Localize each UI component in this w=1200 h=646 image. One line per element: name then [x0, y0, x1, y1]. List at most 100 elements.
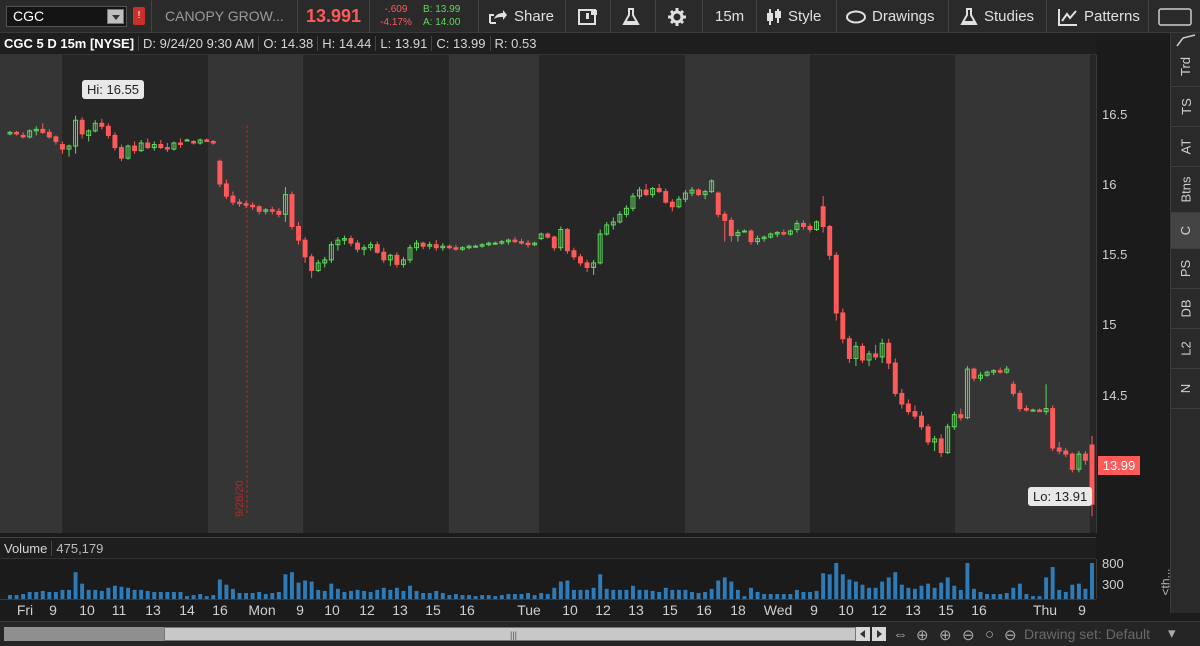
candle — [827, 224, 833, 260]
volume-bar — [821, 573, 826, 599]
time-label: 16 — [696, 602, 712, 618]
volume-bar — [709, 588, 714, 599]
volume-bar — [362, 590, 367, 599]
rail-tab-db[interactable]: DB — [1171, 289, 1200, 329]
session-band — [449, 55, 539, 533]
rail-tab-btns[interactable]: Btns — [1171, 167, 1200, 213]
flask-button[interactable] — [622, 0, 646, 33]
scroll-left-button[interactable] — [856, 627, 870, 641]
collapse-tab[interactable]: <th... — [1159, 568, 1173, 595]
scrollbar-thumb[interactable]: ||| — [164, 627, 856, 641]
rail-tab-n[interactable]: N — [1171, 369, 1200, 409]
volume-bar — [683, 589, 688, 599]
time-label: 14 — [179, 602, 195, 618]
drawing-set-selector[interactable]: Drawing set: Default — [1024, 626, 1150, 642]
notes-icon — [578, 8, 597, 25]
candle — [112, 132, 118, 151]
time-axis[interactable]: Fri 9 10 11 13 14 16 Mon 9 10 12 13 15 16 Tue 10 12 13 15 1… — [0, 599, 1096, 621]
interval-label: 15m — [715, 8, 745, 25]
rail-tab-at[interactable]: AT — [1171, 127, 1200, 167]
time-label: Wed — [763, 602, 793, 618]
candle — [1017, 390, 1023, 412]
candle — [840, 308, 846, 344]
scroll-right-button[interactable] — [872, 627, 886, 641]
volume-bar — [27, 591, 32, 599]
volume-tick: 300 — [1102, 577, 1124, 592]
volume-bar — [755, 591, 760, 599]
volume-bar — [827, 574, 832, 599]
studies-button[interactable]: Studies — [960, 0, 1034, 33]
rail-tab-ts[interactable]: TS — [1171, 87, 1200, 127]
volume-bar — [716, 580, 721, 599]
volume-bar — [676, 589, 681, 599]
time-label: 13 — [145, 602, 161, 618]
ask-value: A: 14.00 — [423, 17, 461, 28]
candle — [833, 252, 839, 321]
session-band — [539, 55, 685, 533]
patterns-button[interactable]: Patterns — [1058, 0, 1140, 33]
volume-bar — [952, 585, 957, 599]
volume-bar — [126, 587, 131, 599]
volume-bar — [585, 589, 590, 599]
volume-bar — [624, 589, 629, 599]
volume-bar — [801, 591, 806, 599]
style-button[interactable]: Style — [766, 0, 821, 33]
settings-button[interactable] — [668, 0, 692, 33]
volume-label[interactable]: Volume — [0, 540, 53, 556]
drawings-label: Drawings — [872, 8, 935, 25]
crosshair-icon[interactable]: ⊕ — [916, 626, 929, 644]
volume-bar — [296, 582, 301, 599]
volume-bar — [303, 580, 308, 599]
volume-bar — [322, 590, 327, 599]
chart-symbol[interactable]: CGC 5 D 15m [NYSE] — [0, 36, 140, 51]
volume-bar — [598, 574, 603, 599]
volume-bar — [945, 577, 950, 599]
volume-bar — [978, 591, 983, 599]
drawings-button[interactable]: Drawings — [846, 0, 935, 33]
volume-bar — [401, 590, 406, 599]
drawing-set-dropdown-icon[interactable]: ▾ — [1168, 624, 1176, 642]
rail-tab-trd[interactable]: Trd — [1171, 47, 1200, 87]
price-chart[interactable]: 9/28/20 — [0, 55, 1096, 533]
horizontal-scrollbar[interactable]: ||| — [4, 627, 856, 641]
volume-chart[interactable] — [0, 559, 1096, 599]
time-label: 16 — [212, 602, 228, 618]
rail-top-icon[interactable] — [1171, 33, 1200, 47]
volume-tick: 800 — [1102, 556, 1124, 571]
rail-tab-l2[interactable]: L2 — [1171, 329, 1200, 369]
volume-bar — [604, 588, 609, 599]
volume-bar — [926, 583, 931, 599]
time-label: 10 — [562, 602, 578, 618]
symbol-dropdown-button[interactable] — [107, 9, 124, 24]
time-label: 10 — [324, 602, 340, 618]
volume-bar — [434, 590, 439, 599]
time-label: 12 — [871, 602, 887, 618]
time-label: Thu — [1032, 602, 1058, 618]
volume-bar — [112, 585, 117, 599]
zoom-out-icon[interactable]: ⊖ — [962, 626, 975, 644]
rail-tab-ps[interactable]: PS — [1171, 249, 1200, 289]
pan-icon[interactable]: ⊖ — [1004, 626, 1017, 644]
volume-bar — [230, 588, 235, 599]
volume-bar — [40, 590, 45, 599]
more-button[interactable] — [1158, 0, 1198, 33]
volume-bar — [814, 590, 819, 599]
candle — [1069, 452, 1075, 473]
zoom-in-icon[interactable]: ⊕ — [939, 626, 952, 644]
alert-flag-icon[interactable]: ! — [133, 7, 145, 25]
notes-button[interactable] — [578, 0, 604, 33]
volume-bar — [939, 582, 944, 599]
rail-tab-c[interactable]: C — [1171, 213, 1200, 249]
volume-bar — [388, 589, 393, 599]
zoom-reset-icon[interactable]: ○ — [985, 626, 994, 643]
share-button[interactable]: Share — [488, 0, 554, 33]
expand-icon[interactable]: ⇔ — [893, 626, 908, 643]
volume-bar — [368, 591, 373, 599]
volume-bar — [794, 589, 799, 599]
symbol-input[interactable]: CGC — [6, 6, 127, 27]
high-callout: Hi: 16.55 — [82, 80, 145, 99]
interval-button[interactable]: 15m — [715, 0, 744, 33]
bar-close: C: 13.99 — [432, 36, 491, 51]
volume-bar — [106, 587, 111, 599]
volume-bar — [880, 581, 885, 599]
